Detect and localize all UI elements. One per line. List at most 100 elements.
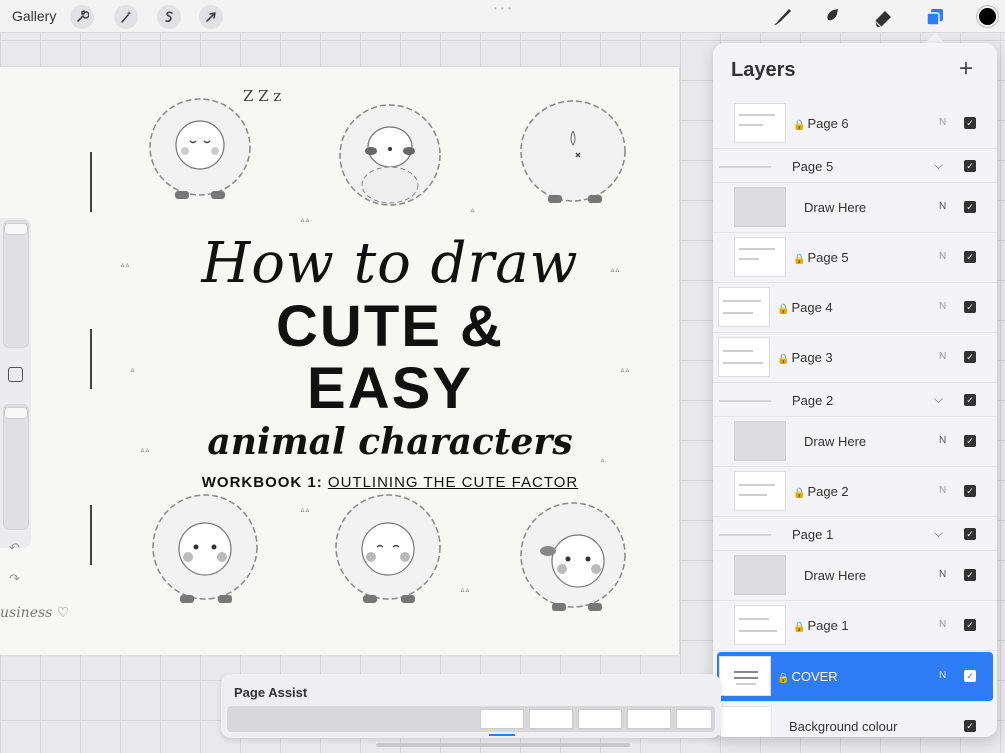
visibility-checkbox[interactable]: ✓ <box>964 251 976 263</box>
lock-icon: 🔒 <box>793 622 806 633</box>
page-thumbnail[interactable] <box>676 709 712 729</box>
undo-icon[interactable]: ↶ <box>9 540 20 556</box>
blend-mode[interactable]: N <box>939 485 946 496</box>
eraser-icon[interactable] <box>870 4 896 30</box>
visibility-checkbox[interactable]: ✓ <box>964 160 976 172</box>
layer-name: Draw Here <box>804 200 867 215</box>
blend-mode[interactable]: N <box>939 117 946 128</box>
home-indicator[interactable] <box>376 743 630 747</box>
layer-row[interactable]: 🔒 Page 5 N ✓ <box>713 233 997 283</box>
layer-row[interactable]: 🔒 Page 1 N ✓ <box>713 601 997 651</box>
slider-thumb[interactable] <box>4 223 28 235</box>
brush-icon[interactable] <box>769 4 795 30</box>
layer-row[interactable]: Draw Here N ✓ <box>713 551 997 601</box>
sheep-illustration <box>520 100 626 203</box>
title-bold: CUTE & EASY <box>276 294 504 421</box>
brush-size-slider[interactable] <box>3 220 29 348</box>
layer-row[interactable]: Draw Here N ✓ <box>713 183 997 233</box>
title-script: How to draw <box>201 231 579 296</box>
page-thumbnail[interactable] <box>627 709 671 729</box>
layer-thumbnail <box>718 337 770 377</box>
blend-mode[interactable]: N <box>939 201 946 212</box>
sheep-illustration <box>335 494 441 603</box>
page-thumbnail[interactable] <box>480 709 524 729</box>
blend-mode[interactable]: N <box>939 619 946 630</box>
blend-mode[interactable]: N <box>939 569 946 580</box>
layer-group-row[interactable]: Page 1 ⌵ ✓ <box>713 517 997 551</box>
visibility-checkbox[interactable]: ✓ <box>964 569 976 581</box>
chevron-down-icon[interactable]: ⌵ <box>934 158 943 173</box>
layer-name: COVER <box>791 669 838 684</box>
zzz-text: Z Z z <box>243 87 282 105</box>
color-swatch[interactable] <box>977 6 998 27</box>
page-thumbnail[interactable] <box>578 709 622 729</box>
grass-decoration: ᐞᐞ <box>140 447 150 457</box>
grass-decoration: ᐞᐞ <box>300 507 310 517</box>
layer-thumbnail <box>734 555 786 595</box>
visibility-checkbox[interactable]: ✓ <box>964 485 976 497</box>
gallery-button[interactable]: Gallery <box>12 8 56 24</box>
sheep-illustration <box>520 502 626 611</box>
lock-icon: 🔒 <box>777 354 790 365</box>
layer-name: Page 1 <box>792 527 834 542</box>
visibility-checkbox[interactable]: ✓ <box>964 201 976 213</box>
layer-row[interactable]: 🔒 Page 6 N ✓ <box>713 99 997 149</box>
visibility-checkbox[interactable]: ✓ <box>964 670 976 682</box>
sheep-illustration <box>152 494 258 603</box>
page-thumbnail[interactable] <box>529 709 573 729</box>
add-layer-button[interactable]: + <box>959 55 973 83</box>
magic-wand-icon[interactable] <box>114 5 138 29</box>
layer-group-row[interactable]: Page 2 ⌵ ✓ <box>713 383 997 417</box>
blend-mode[interactable]: N <box>939 435 946 446</box>
wrench-icon[interactable] <box>70 5 94 29</box>
layer-name: Page 6 <box>807 116 849 131</box>
visibility-checkbox[interactable]: ✓ <box>964 301 976 313</box>
grass-decoration: ᐞᐞ <box>460 587 470 597</box>
title-subtitle: animal characters <box>207 421 573 463</box>
visibility-checkbox[interactable]: ✓ <box>964 117 976 129</box>
chevron-down-icon[interactable]: ⌵ <box>934 526 943 541</box>
page-strip[interactable] <box>227 706 715 732</box>
layer-name: Draw Here <box>804 434 867 449</box>
visibility-checkbox[interactable]: ✓ <box>964 720 976 732</box>
layer-thumbnail <box>734 187 786 227</box>
blend-mode[interactable]: N <box>939 251 946 262</box>
visibility-checkbox[interactable]: ✓ <box>964 619 976 631</box>
background-swatch[interactable] <box>720 706 772 737</box>
layers-icon[interactable] <box>922 4 948 30</box>
slider-thumb[interactable] <box>4 407 28 419</box>
layer-group-row[interactable]: Page 5 ⌵ ✓ <box>713 149 997 183</box>
blend-mode[interactable]: N <box>939 670 946 681</box>
layer-name: Page 3 <box>791 350 833 365</box>
grass-decoration: ᐞᐞ <box>300 217 310 227</box>
smudge-icon[interactable] <box>818 4 844 30</box>
visibility-checkbox[interactable]: ✓ <box>964 435 976 447</box>
side-bar <box>0 218 31 548</box>
layer-row[interactable]: 🔒 Page 2 N ✓ <box>713 467 997 517</box>
redo-icon[interactable]: ↷ <box>9 571 20 587</box>
grass-decoration: ᐞ <box>600 457 605 467</box>
blend-mode[interactable]: N <box>939 301 946 312</box>
lock-icon: 🔒 <box>777 673 790 684</box>
transform-arrow-icon[interactable] <box>199 5 223 29</box>
background-colour-row[interactable]: Background colour ✓ <box>713 702 997 737</box>
blend-mode[interactable]: N <box>939 351 946 362</box>
layer-row[interactable]: 🔒 Page 3 N ✓ <box>713 333 997 383</box>
opacity-slider[interactable] <box>3 404 29 530</box>
lock-icon: 🔒 <box>777 304 790 315</box>
lock-icon: 🔒 <box>793 254 806 265</box>
layer-row[interactable]: Draw Here N ✓ <box>713 417 997 467</box>
drag-handle-icon[interactable]: • • • <box>494 4 512 13</box>
modify-button[interactable] <box>8 367 23 382</box>
grass-decoration: ᐞᐞ <box>120 262 130 272</box>
selection-icon[interactable] <box>157 5 181 29</box>
chevron-down-icon[interactable]: ⌵ <box>934 392 943 407</box>
layer-name: Page 5 <box>792 159 834 174</box>
canvas-document[interactable]: Z Z z ᐞᐞ ᐞᐞ ᐞ ᐞᐞ ᐞ ᐞᐞ ᐞᐞ ᐞ ᐞᐞ ᐞᐞ How to … <box>0 67 679 655</box>
visibility-checkbox[interactable]: ✓ <box>964 351 976 363</box>
layer-row[interactable]: 🔒 Page 4 N ✓ <box>713 283 997 333</box>
visibility-checkbox[interactable]: ✓ <box>964 394 976 406</box>
visibility-checkbox[interactable]: ✓ <box>964 528 976 540</box>
group-indicator <box>719 166 771 168</box>
layer-row-selected[interactable]: 🔒 COVER N ✓ <box>717 652 993 702</box>
